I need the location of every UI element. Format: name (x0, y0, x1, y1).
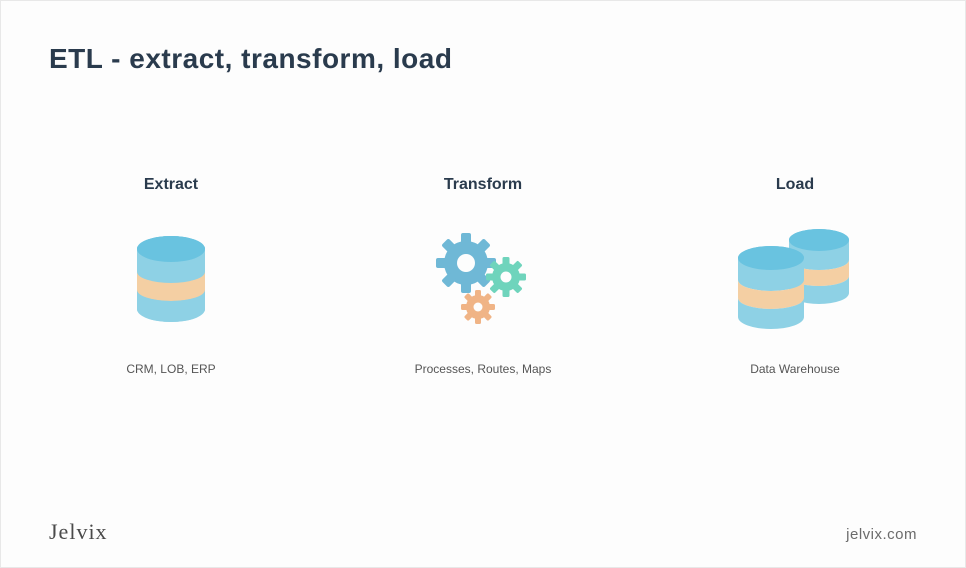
gears-icon (428, 224, 538, 334)
stage-transform: Transform (383, 176, 583, 376)
stage-extract-label: Extract (144, 176, 198, 194)
database-icon (132, 224, 210, 334)
stage-load-label: Load (776, 176, 814, 194)
brand-logo: Jelvix (49, 519, 108, 545)
database-stack-icon (735, 224, 855, 334)
page-title: ETL - extract, transform, load (49, 43, 452, 75)
stage-load: Load Data Warehouse (695, 176, 895, 376)
stage-load-caption: Data Warehouse (750, 362, 840, 376)
stages-row: Extract CRM, LOB, ERP Transform (1, 176, 965, 376)
stage-transform-label: Transform (444, 176, 522, 194)
stage-extract: Extract CRM, LOB, ERP (71, 176, 271, 376)
brand-url: jelvix.com (846, 526, 917, 543)
stage-transform-caption: Processes, Routes, Maps (415, 362, 552, 376)
stage-extract-caption: CRM, LOB, ERP (126, 362, 215, 376)
